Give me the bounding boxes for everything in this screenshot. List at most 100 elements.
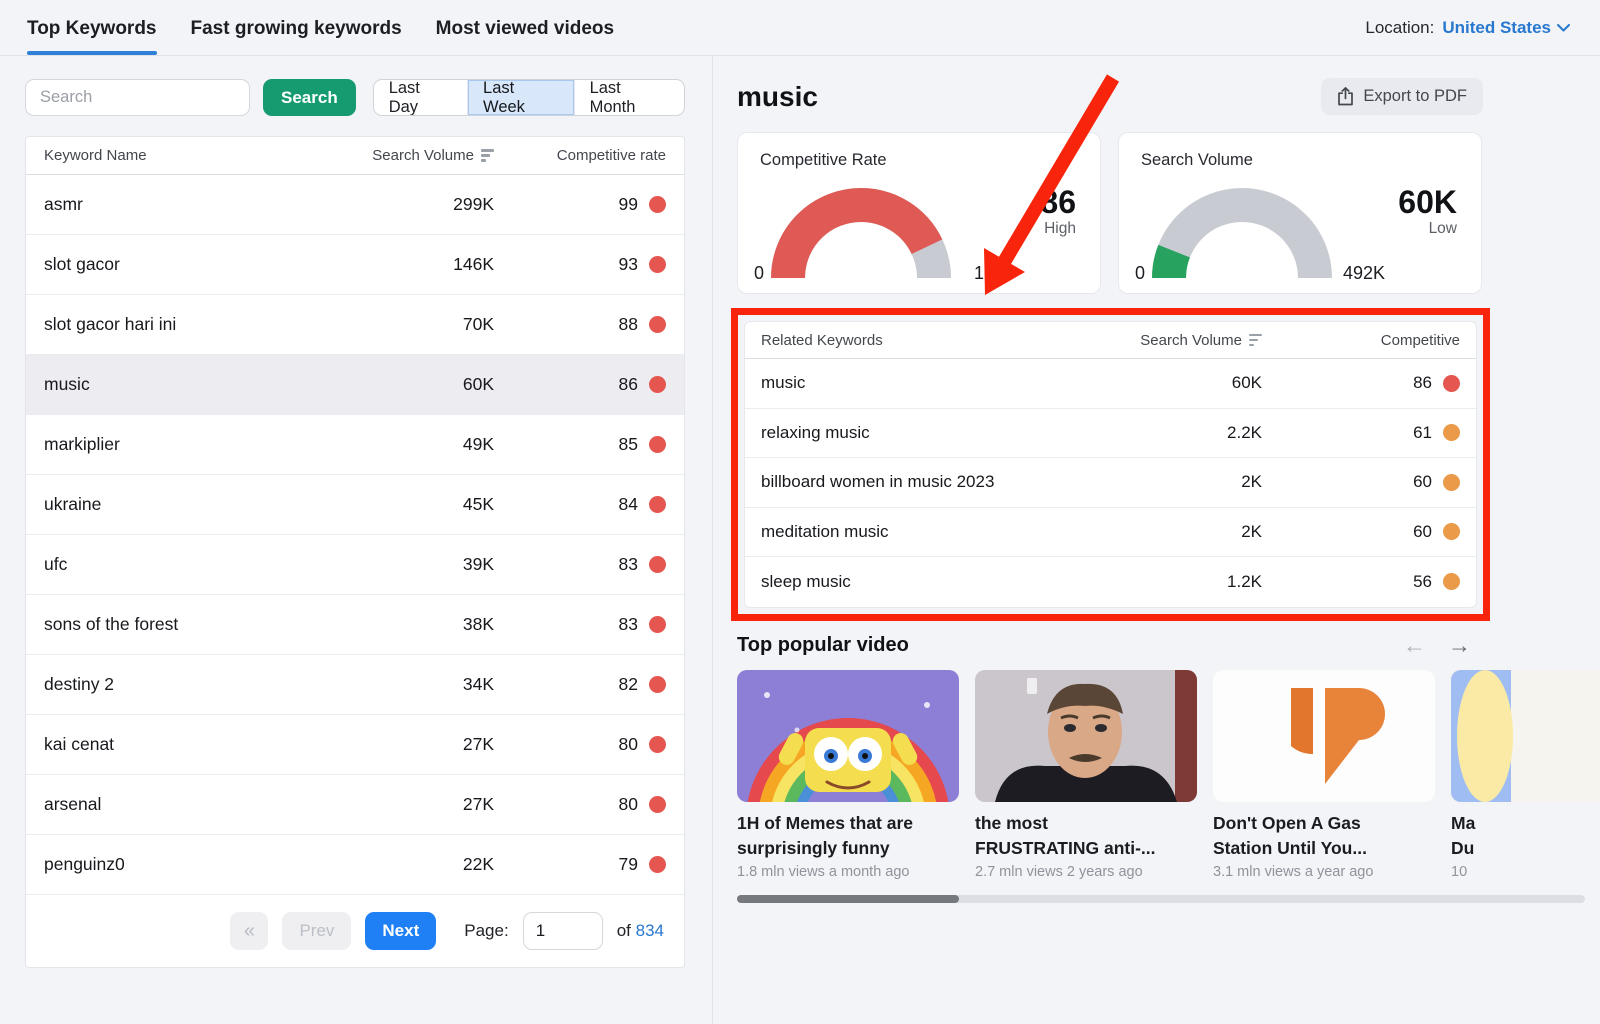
competitive-rate: 82 <box>494 674 666 695</box>
rate-dot-icon <box>1443 573 1460 590</box>
video-title-line: FRUSTRATING anti-... <box>975 836 1197 861</box>
rate-dot-icon <box>649 856 666 873</box>
related-row[interactable]: relaxing music2.2K61 <box>745 409 1476 459</box>
export-pdf-button[interactable]: Export to PDF <box>1321 78 1483 115</box>
search-volume: 34K <box>344 674 494 695</box>
competitive-rate-value: 82 <box>619 674 638 695</box>
nav-tabs: Top Keywords Fast growing keywords Most vi… <box>27 0 614 55</box>
table-row[interactable]: penguinz022K79 <box>26 835 684 895</box>
table-row[interactable]: kai cenat27K80 <box>26 715 684 775</box>
related-rate-value: 56 <box>1413 572 1432 592</box>
search-input[interactable] <box>25 79 250 116</box>
keyword-name: penguinz0 <box>44 854 344 875</box>
table-row[interactable]: asmr299K99 <box>26 175 684 235</box>
video-title-line: the most <box>975 811 1197 836</box>
related-row[interactable]: sleep music1.2K56 <box>745 557 1476 607</box>
keywords-table: Keyword Name Search Volume Competitive r… <box>25 136 685 968</box>
table-row[interactable]: slot gacor hari ini70K88 <box>26 295 684 355</box>
video-title-line: Du <box>1451 836 1600 861</box>
gauge-title: Competitive Rate <box>760 151 1078 170</box>
related-search-volume: 2K <box>1000 522 1262 542</box>
tab-top-keywords[interactable]: Top Keywords <box>27 0 157 55</box>
related-rate-value: 60 <box>1413 472 1432 492</box>
next-page-button[interactable]: Next <box>365 912 436 950</box>
video-title-line: 1H of Memes that are <box>737 811 959 836</box>
video-card[interactable]: the mostFRUSTRATING anti-... 2.7 mln view… <box>975 670 1197 881</box>
search-volume: 45K <box>344 494 494 515</box>
top-popular-video-heading: Top popular video <box>737 634 909 657</box>
table-row[interactable]: ukraine45K84 <box>26 475 684 535</box>
video-title-line: Station Until You... <box>1213 836 1435 861</box>
keyword-name: music <box>44 374 344 395</box>
first-page-button[interactable]: « <box>230 912 268 950</box>
col-competitive-rate[interactable]: Competitive rate <box>494 147 666 164</box>
carousel-prev-icon[interactable]: ← <box>1403 634 1426 657</box>
competitive-rate-value: 79 <box>619 854 638 875</box>
related-row[interactable]: meditation music2K 60 <box>745 508 1476 558</box>
related-table-header: Related Keywords Search Volume Competiti… <box>745 322 1476 359</box>
video-title: Don't Open A GasStation Until You... <box>1213 811 1435 862</box>
time-filter-last-month[interactable]: Last Month <box>575 80 684 115</box>
carousel-scrollbar-thumb[interactable] <box>737 895 959 903</box>
competitive-rate: 83 <box>494 554 666 575</box>
col-search-volume[interactable]: Search Volume <box>344 147 494 164</box>
rate-dot-icon <box>649 316 666 333</box>
prev-page-button[interactable]: Prev <box>282 912 351 950</box>
gauge-card-competitive-rate: Competitive Rate010086High <box>737 132 1101 294</box>
table-row[interactable]: sons of the forest38K83 <box>26 595 684 655</box>
pagination: « Prev Next Page: of 834 <box>26 895 684 967</box>
rate-dot-icon <box>649 436 666 453</box>
gauge-min-label: 0 <box>754 263 764 284</box>
related-keyword-name: meditation music <box>761 522 1000 542</box>
related-rate-value: 60 <box>1413 522 1432 542</box>
gauge-level: Low <box>1398 220 1457 238</box>
related-row[interactable]: music60K86 <box>745 359 1476 409</box>
related-row[interactable]: billboard women in music 20232K60 <box>745 458 1476 508</box>
table-row[interactable]: music60K86 <box>26 355 684 415</box>
video-card[interactable]: MaDu10 <box>1451 670 1600 881</box>
location-label: Location: <box>1365 18 1434 38</box>
keyword-name: ukraine <box>44 494 344 515</box>
related-keyword-name: sleep music <box>761 572 1000 592</box>
search-button[interactable]: Search <box>263 79 356 116</box>
rate-dot-icon <box>649 736 666 753</box>
competitive-rate: 83 <box>494 614 666 635</box>
competitive-rate-value: 80 <box>619 734 638 755</box>
table-row[interactable]: arsenal27K80 <box>26 775 684 835</box>
col-related-keywords[interactable]: Related Keywords <box>761 332 1000 349</box>
search-volume: 70K <box>344 314 494 335</box>
tab-most-viewed-videos[interactable]: Most viewed videos <box>436 0 614 55</box>
keywords-table-body: asmr299K99slot gacor146K93slot gacor har… <box>26 175 684 895</box>
table-row[interactable]: destiny 234K82 <box>26 655 684 715</box>
competitive-rate: 93 <box>494 254 666 275</box>
video-title-line: Don't Open A Gas <box>1213 811 1435 836</box>
table-row[interactable]: markiplier49K85 <box>26 415 684 475</box>
video-title-line: surprisingly funny <box>737 836 959 861</box>
keyword-name: slot gacor <box>44 254 344 275</box>
col-keyword-name[interactable]: Keyword Name <box>44 147 344 164</box>
col-related-competitive[interactable]: Competitive <box>1262 332 1460 349</box>
tab-fast-growing-keywords[interactable]: Fast growing keywords <box>191 0 402 55</box>
rate-dot-icon <box>1443 523 1460 540</box>
competitive-rate: 85 <box>494 434 666 455</box>
col-related-search-volume[interactable]: Search Volume <box>1000 332 1262 349</box>
related-keyword-name: billboard women in music 2023 <box>761 472 1000 492</box>
video-card[interactable]: Don't Open A GasStation Until You...3.1 … <box>1213 670 1435 881</box>
gauge-value: 60K <box>1398 185 1457 220</box>
competitive-rate: 99 <box>494 194 666 215</box>
video-card[interactable]: 1H of Memes that aresurprisingly funny1.… <box>737 670 959 881</box>
page-number-input[interactable] <box>523 912 603 950</box>
table-row[interactable]: ufc39K83 <box>26 535 684 595</box>
carousel-next-icon[interactable]: → <box>1448 634 1471 657</box>
video-meta: 2.7 mln views 2 years ago <box>975 864 1197 880</box>
carousel-scrollbar[interactable] <box>737 895 1585 903</box>
time-filter-last-day[interactable]: Last Day <box>374 80 468 115</box>
location-value[interactable]: United States <box>1442 18 1570 38</box>
related-competitive-rate: 61 <box>1262 423 1460 443</box>
related-rate-value: 86 <box>1413 373 1432 393</box>
table-row[interactable]: slot gacor146K93 <box>26 235 684 295</box>
page-label: Page: <box>464 921 508 941</box>
total-pages-link[interactable]: 834 <box>636 921 664 940</box>
search-volume: 27K <box>344 794 494 815</box>
time-filter-last-week[interactable]: Last Week <box>468 80 575 115</box>
